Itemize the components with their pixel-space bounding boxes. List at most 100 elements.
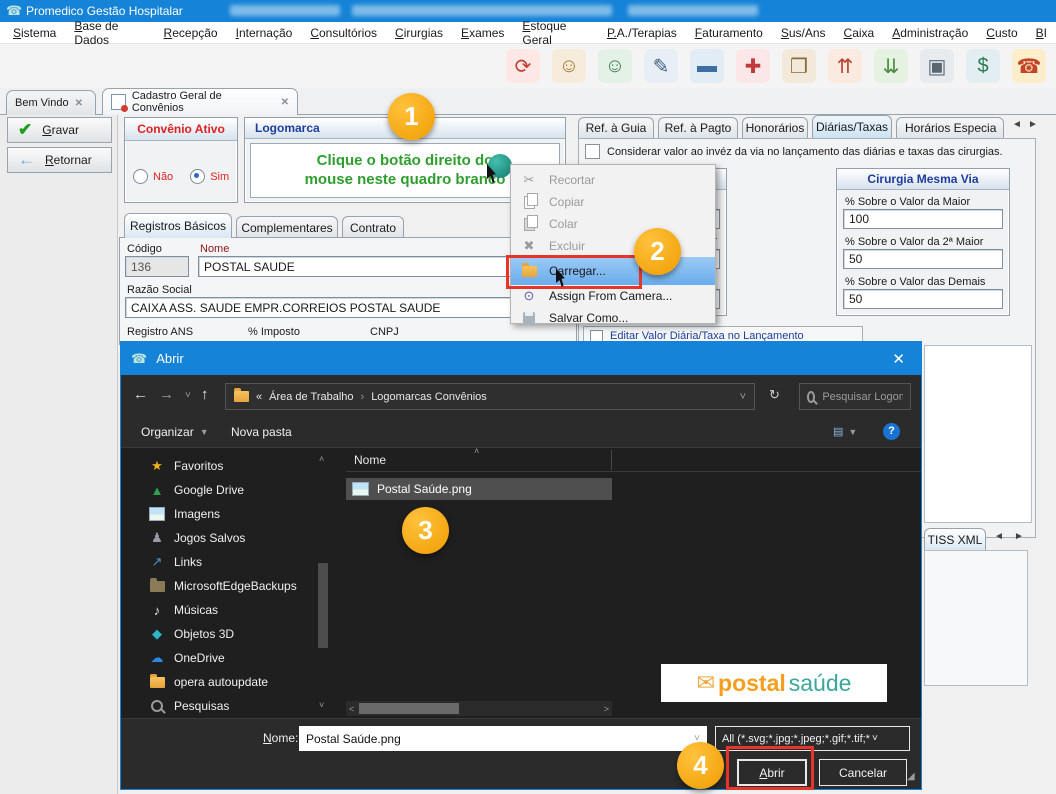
sidebar-item-favoritos[interactable]: ★Favoritos xyxy=(121,454,311,478)
menu-bi[interactable]: BI xyxy=(1027,22,1056,44)
maior-field[interactable]: 100 xyxy=(843,209,1003,229)
phone-directory-icon[interactable]: ☎ xyxy=(1012,49,1046,83)
menu-caixa[interactable]: Caixa xyxy=(835,22,884,44)
tab-bem-vindo[interactable]: Bem Vindo✕ xyxy=(6,90,96,115)
revenue-up-icon[interactable]: ⇈ xyxy=(828,49,862,83)
address-chevron-icon[interactable]: ˅ xyxy=(740,391,746,403)
tab-scroll-left-icon[interactable]: ◄ xyxy=(1012,119,1022,130)
menu-internacao[interactable]: Internação xyxy=(227,22,302,44)
nav-back-icon[interactable]: ← xyxy=(133,386,148,403)
ambulance-icon[interactable]: ✚ xyxy=(736,49,770,83)
search-box[interactable]: Pesquisar Logomarcas Conv... xyxy=(799,383,911,410)
razao-social-field[interactable]: CAIXA ASS. SAUDE EMPR.CORREIOS POSTAL SA… xyxy=(125,297,572,318)
menu-item-salvar-como[interactable]: Salvar Como... xyxy=(511,307,715,329)
sidebar-scroll-up-icon[interactable]: ˄ xyxy=(319,454,324,464)
menu-cirurgias[interactable]: Cirurgias xyxy=(386,22,452,44)
view-mode-button[interactable]: ▤▼ xyxy=(833,425,857,438)
tab-horarios-especiais[interactable]: Horários Especia xyxy=(896,117,1004,138)
sidebar-item-musicas[interactable]: ♪Músicas xyxy=(121,598,311,622)
menu-administracao[interactable]: Administração xyxy=(883,22,977,44)
segunda-maior-field[interactable]: 50 xyxy=(843,249,1003,269)
resize-grip[interactable]: ◢ xyxy=(907,771,915,782)
tab-scroll-left-icon[interactable]: ◄ xyxy=(994,531,1004,542)
tab-diarias-taxas[interactable]: Diárias/Taxas xyxy=(812,115,892,138)
filename-combo[interactable]: Postal Saúde.png ˅ xyxy=(299,726,707,751)
sidebar-scroll-down-icon[interactable]: ˅ xyxy=(319,700,324,710)
hospital-bed-icon[interactable]: ▬ xyxy=(690,49,724,83)
close-tab-icon[interactable]: ✕ xyxy=(281,97,289,108)
menu-recepcao[interactable]: Recepção xyxy=(155,22,227,44)
doctor-icon[interactable]: ☺ xyxy=(598,49,632,83)
safe-icon[interactable]: ▣ xyxy=(920,49,954,83)
refresh-icon[interactable]: ↻ xyxy=(769,387,780,403)
menu-sus-ans[interactable]: Sus/Ans xyxy=(772,22,835,44)
demais-field[interactable]: 50 xyxy=(843,289,1003,309)
dialog-close-icon[interactable]: ✕ xyxy=(892,350,905,368)
payments-down-icon[interactable]: ⇊ xyxy=(874,49,908,83)
tab-tiss-xml[interactable]: TISS XML xyxy=(924,528,986,550)
help-button[interactable]: ? xyxy=(883,423,900,440)
contract-icon[interactable]: ✎ xyxy=(644,49,678,83)
tab-cadastro-convenios[interactable]: Cadastro Geral de Convênios✕ xyxy=(102,88,298,115)
tab-registros-basicos[interactable]: Registros Básicos xyxy=(124,213,232,238)
menu-pa-terapias[interactable]: P.A./Terapias xyxy=(598,22,686,44)
menu-sistema[interactable]: Sistema xyxy=(4,22,65,44)
scroll-left-icon[interactable]: < xyxy=(349,704,354,714)
organizar-button[interactable]: Organizar▼ xyxy=(141,425,209,439)
menu-consultorios[interactable]: Consultórios xyxy=(301,22,386,44)
menu-faturamento[interactable]: Faturamento xyxy=(686,22,772,44)
menu-estoque-geral[interactable]: Estoque Geral xyxy=(513,22,598,44)
nav-forward-icon[interactable]: → xyxy=(159,386,174,403)
h-scrollbar-thumb[interactable] xyxy=(359,703,459,714)
cancelar-button[interactable]: Cancelar xyxy=(819,759,907,786)
sidebar-item-microsoftedgebackups[interactable]: MicrosoftEdgeBackups xyxy=(121,574,311,598)
combo-chevron-icon[interactable]: ˅ xyxy=(872,733,878,744)
patients-icon[interactable]: ☺ xyxy=(552,49,586,83)
list-h-scrollbar[interactable]: < > xyxy=(346,701,612,716)
checkbox-icon[interactable] xyxy=(585,144,600,159)
sidebar-item-pesquisas[interactable]: Pesquisas xyxy=(121,694,311,718)
sidebar-item-links[interactable]: ↗Links xyxy=(121,550,311,574)
sidebar-item-google-drive[interactable]: ▲Google Drive xyxy=(121,478,311,502)
menu-item-colar[interactable]: Colar xyxy=(511,213,715,235)
retornar-button[interactable]: ← Retornar xyxy=(7,147,112,173)
file-row-postal-saude[interactable]: Postal Saúde.png xyxy=(346,478,612,500)
billing-calculator-icon[interactable]: $ xyxy=(966,49,1000,83)
nova-pasta-button[interactable]: Nova pasta xyxy=(231,425,292,439)
menu-custo[interactable]: Custo xyxy=(977,22,1026,44)
gravar-button[interactable]: ✔ Gravar xyxy=(7,117,112,143)
tab-ref-a-guia[interactable]: Ref. à Guia xyxy=(578,117,654,138)
column-nome[interactable]: Nome xyxy=(354,453,386,467)
tab-complementares[interactable]: Complementares xyxy=(236,216,338,238)
menu-base-de-dados[interactable]: Base de Dados xyxy=(65,22,154,44)
sidebar-item-jogos-salvos[interactable]: ♟Jogos Salvos xyxy=(121,526,311,550)
nav-history-chevron-icon[interactable]: ˅ xyxy=(185,390,191,401)
sidebar-scrollbar-thumb[interactable] xyxy=(318,563,328,648)
breadcrumb-logomarcas-convenios[interactable]: Logomarcas Convênios xyxy=(371,391,487,403)
sync-contacts-icon[interactable]: ⟳ xyxy=(506,49,540,83)
pharmacy-stock-icon[interactable]: ❒ xyxy=(782,49,816,83)
menu-exames[interactable]: Exames xyxy=(452,22,513,44)
nav-up-icon[interactable]: ↑ xyxy=(201,386,209,403)
convenio-ativo-title: Convênio Ativo xyxy=(125,118,237,141)
menu-item-copiar[interactable]: Copiar xyxy=(511,191,715,213)
tab-contrato[interactable]: Contrato xyxy=(342,216,404,238)
menu-item-recortar[interactable]: ✂Recortar xyxy=(511,169,715,191)
breadcrumb-area-de-trabalho[interactable]: Área de Trabalho xyxy=(269,391,353,403)
radio-icon-selected[interactable] xyxy=(190,169,205,184)
considerar-checkbox-row[interactable]: Considerar valor ao invéz da via no lanç… xyxy=(585,144,1025,159)
sidebar-item-opera-autoupdate[interactable]: opera autoupdate xyxy=(121,670,311,694)
tab-scroll-right-icon[interactable]: ► xyxy=(1014,531,1024,542)
close-tab-icon[interactable]: ✕ xyxy=(75,98,83,109)
scroll-right-icon[interactable]: > xyxy=(604,704,609,714)
sidebar-item-imagens[interactable]: Imagens xyxy=(121,502,311,526)
column-divider[interactable] xyxy=(611,450,612,470)
menu-item-excluir[interactable]: ✖Excluir xyxy=(511,235,715,257)
sidebar-item-objetos-3d[interactable]: ◆Objetos 3D xyxy=(121,622,311,646)
radio-nao[interactable]: Não Sim xyxy=(133,169,237,184)
tab-scroll-right-icon[interactable]: ► xyxy=(1028,119,1038,130)
address-bar[interactable]: « Área de Trabalho › Logomarcas Convênio… xyxy=(225,383,755,410)
sidebar-item-onedrive[interactable]: ☁OneDrive xyxy=(121,646,311,670)
tab-honorarios[interactable]: Honorários xyxy=(742,117,808,138)
tab-ref-a-pagto[interactable]: Ref. à Pagto xyxy=(658,117,738,138)
